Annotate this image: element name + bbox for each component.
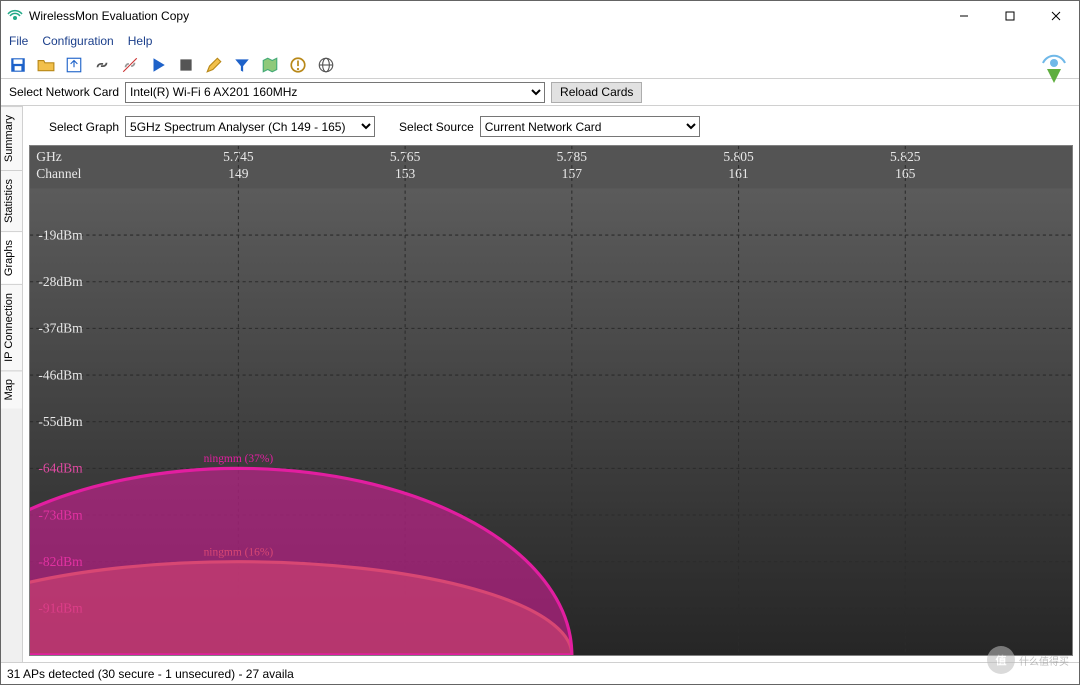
select-card-label: Select Network Card — [9, 85, 119, 99]
unlink-icon[interactable] — [121, 56, 139, 74]
graphs-panel: Select Graph 5GHz Spectrum Analyser (Ch … — [23, 106, 1079, 662]
map-icon[interactable] — [261, 56, 279, 74]
globe-icon[interactable] — [317, 56, 335, 74]
minimize-button[interactable] — [941, 1, 987, 31]
open-icon[interactable] — [37, 56, 55, 74]
svg-text:-37dBm: -37dBm — [38, 321, 83, 336]
toolbar — [1, 51, 1079, 79]
network-card-row: Select Network Card Intel(R) Wi-Fi 6 AX2… — [1, 79, 1079, 105]
edit-icon[interactable] — [205, 56, 223, 74]
select-source-dropdown[interactable]: Current Network Card — [480, 116, 700, 137]
wifi-tower-icon — [1037, 53, 1071, 87]
select-graph-dropdown[interactable]: 5GHz Spectrum Analyser (Ch 149 - 165) — [125, 116, 375, 137]
stop-icon[interactable] — [177, 56, 195, 74]
tab-ip-connection[interactable]: IP Connection — [1, 284, 22, 370]
title-bar: WirelessMon Evaluation Copy — [1, 1, 1079, 31]
app-icon — [7, 8, 23, 24]
svg-text:GHz: GHz — [36, 149, 62, 164]
reload-cards-button[interactable]: Reload Cards — [551, 82, 642, 103]
network-card-select[interactable]: Intel(R) Wi-Fi 6 AX201 160MHz — [125, 82, 545, 103]
menu-bar: File Configuration Help — [1, 31, 1079, 51]
svg-text:ningmm (37%): ningmm (37%) — [204, 452, 274, 465]
tab-summary[interactable]: Summary — [1, 106, 22, 170]
svg-text:-19dBm: -19dBm — [38, 227, 83, 242]
select-source-label: Select Source — [399, 120, 474, 134]
status-text: 31 APs detected (30 secure - 1 unsecured… — [7, 667, 294, 681]
status-bar: 31 APs detected (30 secure - 1 unsecured… — [1, 662, 1079, 684]
menu-file[interactable]: File — [9, 34, 28, 48]
close-button[interactable] — [1033, 1, 1079, 31]
maximize-button[interactable] — [987, 1, 1033, 31]
export-icon[interactable] — [65, 56, 83, 74]
tab-map[interactable]: Map — [1, 370, 22, 408]
link-icon[interactable] — [93, 56, 111, 74]
side-tabs: Summary Statistics Graphs IP Connection … — [1, 106, 23, 662]
select-graph-label: Select Graph — [49, 120, 119, 134]
window-title: WirelessMon Evaluation Copy — [29, 9, 941, 23]
spectrum-chart: GHzChannel5.7451495.7651535.7851575.8051… — [29, 145, 1073, 656]
tab-statistics[interactable]: Statistics — [1, 170, 22, 231]
svg-text:-46dBm: -46dBm — [38, 367, 83, 382]
menu-help[interactable]: Help — [128, 34, 153, 48]
play-icon[interactable] — [149, 56, 167, 74]
svg-text:-64dBm: -64dBm — [38, 461, 83, 476]
filter-icon[interactable] — [233, 56, 251, 74]
menu-configuration[interactable]: Configuration — [42, 34, 113, 48]
tab-graphs[interactable]: Graphs — [1, 231, 22, 284]
svg-text:-55dBm: -55dBm — [38, 414, 83, 429]
svg-text:Channel: Channel — [36, 166, 81, 181]
svg-text:-28dBm: -28dBm — [38, 274, 83, 289]
alert-icon[interactable] — [289, 56, 307, 74]
save-icon[interactable] — [9, 56, 27, 74]
